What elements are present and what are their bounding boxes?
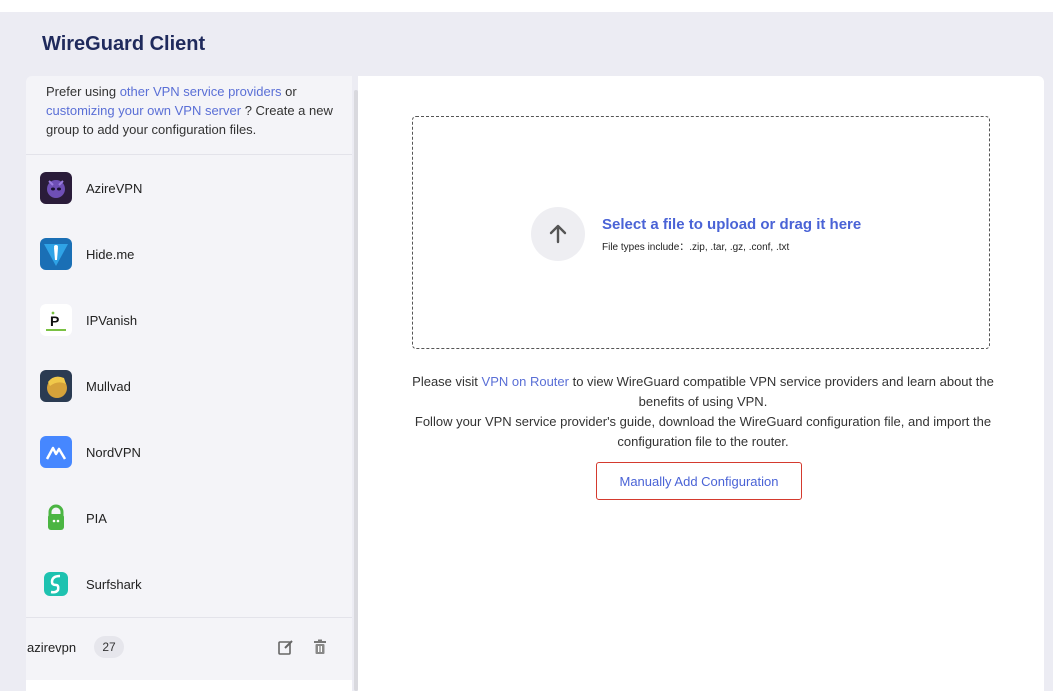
upload-dropzone[interactable]: Select a file to upload or drag it here … xyxy=(412,116,990,349)
surfshark-logo-icon xyxy=(40,568,72,600)
provider-nordvpn[interactable]: NordVPN xyxy=(40,434,340,470)
sidebar-promo: Prefer using other VPN service providers… xyxy=(46,82,336,139)
info-text-part: Please visit xyxy=(412,374,482,389)
provider-name: PIA xyxy=(86,510,107,526)
nordvpn-logo-icon xyxy=(40,436,72,468)
provider-name: Mullvad xyxy=(86,378,131,394)
provider-surfshark[interactable]: Surfshark xyxy=(40,566,340,602)
divider xyxy=(26,154,352,155)
manually-add-configuration-button[interactable]: Manually Add Configuration xyxy=(596,462,802,500)
provider-hideme[interactable]: Hide.me xyxy=(40,236,340,272)
page-title: WireGuard Client xyxy=(42,33,206,55)
delete-icon[interactable] xyxy=(312,639,328,655)
custom-server-link[interactable]: customizing your own VPN server xyxy=(46,103,241,118)
vpn-on-router-link[interactable]: VPN on Router xyxy=(482,374,569,389)
provider-name: Hide.me xyxy=(86,246,135,262)
provider-name: NordVPN xyxy=(86,444,141,460)
upload-file-types: File types include：.zip, .tar, .gz, .con… xyxy=(602,242,790,253)
promo-text: Prefer using xyxy=(46,84,120,99)
edit-icon[interactable] xyxy=(278,639,294,655)
provider-pia[interactable]: PIA xyxy=(40,500,340,536)
sidebar-bottom-strip xyxy=(26,680,352,691)
provider-name: AzireVPN xyxy=(86,180,143,196)
sidebar: Prefer using other VPN service providers… xyxy=(26,76,352,691)
azirevpn-logo-icon xyxy=(40,172,72,204)
hideme-logo-icon xyxy=(40,238,72,270)
info-text-part: to view WireGuard compatible VPN service… xyxy=(568,374,994,409)
config-count-badge: 27 xyxy=(94,636,124,658)
provider-azirevpn[interactable]: AzireVPN xyxy=(40,170,340,206)
mullvad-logo-icon xyxy=(40,370,72,402)
upload-arrow-icon xyxy=(531,207,585,261)
provider-ipvanish[interactable]: P IPVanish xyxy=(40,302,340,338)
svg-text:P: P xyxy=(50,313,59,329)
pia-logo-icon xyxy=(40,502,72,534)
group-row[interactable]: azirevpn 27 xyxy=(26,618,352,678)
other-providers-link[interactable]: other VPN service providers xyxy=(120,84,282,99)
main-panel: Select a file to upload or drag it here … xyxy=(358,76,1044,691)
ipvanish-logo-icon: P xyxy=(40,304,72,336)
top-band xyxy=(0,0,1053,12)
upload-title: Select a file to upload or drag it here xyxy=(602,216,862,233)
group-name: azirevpn xyxy=(27,640,77,655)
provider-mullvad[interactable]: Mullvad xyxy=(40,368,340,404)
info-text-part: Follow your VPN service provider's guide… xyxy=(414,414,992,449)
provider-name: Surfshark xyxy=(86,576,142,592)
info-text: Please visit VPN on Router to view WireG… xyxy=(408,372,998,452)
provider-name: IPVanish xyxy=(86,312,138,328)
promo-text: or xyxy=(281,84,297,99)
